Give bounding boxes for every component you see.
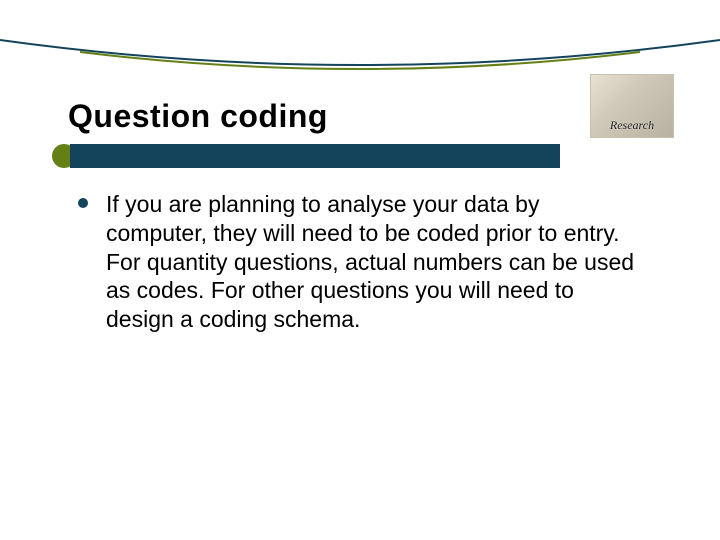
- slide-title: Question coding: [68, 98, 628, 135]
- bullet-dot-icon: [78, 198, 88, 208]
- bullet-text: If you are planning to analyse your data…: [106, 190, 638, 334]
- body-area: If you are planning to analyse your data…: [78, 190, 638, 334]
- decorative-top-curve: [0, 0, 720, 75]
- title-underline-bar: [70, 144, 560, 168]
- corner-research-image: Research: [590, 74, 674, 138]
- bullet-item: If you are planning to analyse your data…: [78, 190, 638, 334]
- corner-image-label: Research: [610, 118, 654, 133]
- title-area: Question coding: [68, 98, 628, 135]
